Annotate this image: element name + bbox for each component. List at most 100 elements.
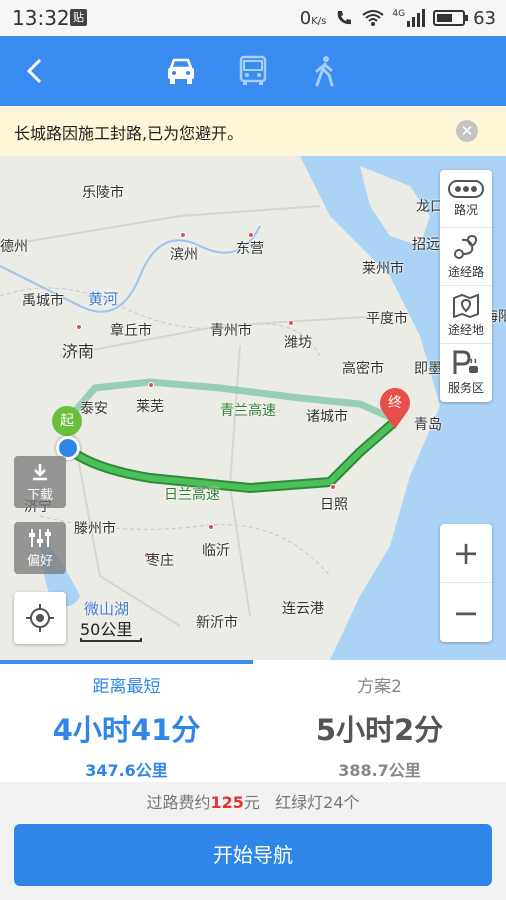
locate-icon xyxy=(26,604,54,632)
route-duration: 4小时41分 xyxy=(52,713,201,747)
route-name: 方案2 xyxy=(357,677,402,697)
route-preference-button[interactable]: 偏好 xyxy=(14,522,66,574)
tool-label: 途经路 xyxy=(447,264,484,279)
map-view[interactable]: 乐陵市 德州 滨州 东营 龙口 招远 莱州市 禹城市 黄河 章丘市 青州市 潍坊… xyxy=(0,156,506,660)
tool-label: 路况 xyxy=(453,202,478,217)
walk-icon xyxy=(315,56,334,87)
map-label: 平度市 xyxy=(366,311,408,327)
map-label: 青州市 xyxy=(210,323,252,339)
header-bar xyxy=(0,36,506,106)
zoom-out-button[interactable]: − xyxy=(440,583,492,642)
map-tools-panel: 路况 途经路 途经地 服务区 xyxy=(440,170,492,402)
map-label: 招远 xyxy=(412,237,440,253)
map-label: 临沂 xyxy=(202,543,230,559)
status-time: 13:32 xyxy=(12,6,70,30)
close-icon: ✕ xyxy=(460,122,474,140)
car-icon xyxy=(168,58,194,84)
route-duration: 5小时2分 xyxy=(315,713,444,747)
close-notice-button[interactable]: ✕ xyxy=(456,120,478,142)
parking-icon xyxy=(453,350,478,374)
map-scale-label: 50公里 xyxy=(80,620,133,639)
preference-label: 偏好 xyxy=(26,553,53,569)
route-options: 距离最短 4小时41分 347.6公里 方案2 5小时2分 388.7公里 xyxy=(0,660,506,782)
footer: 开始导航 xyxy=(0,824,506,900)
toll-amount: 125 xyxy=(210,793,244,812)
via-place-icon xyxy=(453,293,479,318)
map-label: 东营 xyxy=(236,241,264,257)
zoom-controls: + − xyxy=(440,524,492,642)
map-label: 黄河 xyxy=(88,290,119,308)
route-name: 距离最短 xyxy=(92,677,161,697)
battery-level: 63 xyxy=(473,7,496,29)
traffic-icon xyxy=(448,179,484,198)
download-icon xyxy=(33,463,47,480)
zoom-in-button[interactable]: + xyxy=(440,524,492,583)
start-marker[interactable]: 起 xyxy=(52,406,82,436)
map-label: 日兰高速 xyxy=(164,487,220,503)
city-dot xyxy=(180,232,186,238)
road-closure-notice: 长城路因施工封路,已为您避开。 ✕ xyxy=(0,106,506,156)
city-dot xyxy=(330,484,336,490)
net-speed: 0K/s xyxy=(299,7,327,29)
map-label: 乐陵市 xyxy=(82,185,124,201)
toll-prefix: 过路费约 xyxy=(146,793,211,812)
download-map-button[interactable]: 下载 xyxy=(14,456,66,508)
tool-label: 途经地 xyxy=(447,322,484,337)
route-info-bar: 过路费约125元 红绿灯24个 xyxy=(0,782,506,824)
status-bar: 13:32 贴 0K/s 4G 63 xyxy=(0,0,506,36)
city-dot xyxy=(148,382,154,388)
end-marker[interactable]: 终 xyxy=(378,386,412,430)
city-dot xyxy=(288,320,294,326)
route-distance: 347.6公里 xyxy=(85,761,168,780)
via-road-button[interactable]: 途经路 xyxy=(440,228,492,286)
map-label: 新沂市 xyxy=(196,615,238,631)
mode-car-tab[interactable] xyxy=(160,50,202,92)
map-label: 莱州市 xyxy=(362,261,404,277)
end-marker-label: 终 xyxy=(388,395,402,411)
traffic-light-count: 红绿灯24个 xyxy=(275,793,360,812)
download-label: 下载 xyxy=(26,487,53,503)
back-button[interactable] xyxy=(18,54,52,88)
status-icons: 0K/s 4G 63 xyxy=(300,6,496,30)
map-label: 莱芜 xyxy=(136,399,164,415)
service-area-button[interactable]: 服务区 xyxy=(440,344,492,402)
mode-bus-tab[interactable] xyxy=(232,50,274,92)
start-navigation-button[interactable]: 开始导航 xyxy=(14,824,492,886)
sliders-icon xyxy=(29,528,51,547)
mode-walk-tab[interactable] xyxy=(304,50,346,92)
map-label: 日照 xyxy=(320,497,348,513)
via-road-icon xyxy=(454,234,478,259)
wifi-icon xyxy=(362,10,385,26)
city-dot xyxy=(208,524,214,530)
map-label: 禹城市 xyxy=(22,293,64,309)
city-dot xyxy=(76,324,82,330)
map-label: 高密市 xyxy=(342,361,384,377)
phone-signal-icon xyxy=(338,11,352,25)
signal-label: 4G xyxy=(392,9,406,19)
via-place-button[interactable]: 途经地 xyxy=(440,286,492,344)
map-label: 枣庄 xyxy=(146,553,174,569)
notice-text: 长城路因施工封路,已为您避开。 xyxy=(14,124,244,143)
notification-badge: 贴 xyxy=(70,9,87,26)
start-marker-label: 起 xyxy=(60,413,74,429)
map-label: 青兰高速 xyxy=(220,403,276,419)
back-arrow-icon xyxy=(26,58,42,84)
map-label: 济南 xyxy=(62,342,95,361)
route-option-shortest[interactable]: 距离最短 4小时41分 347.6公里 xyxy=(0,660,253,782)
traffic-button[interactable]: 路况 xyxy=(440,170,492,228)
battery-icon xyxy=(433,10,469,26)
map-label: 章丘市 xyxy=(110,323,152,339)
map-label: 潍坊 xyxy=(284,335,312,351)
map-label: 滕州市 xyxy=(74,521,116,537)
route-option-2[interactable]: 方案2 5小时2分 388.7公里 xyxy=(253,660,506,782)
map-scale-bar xyxy=(80,638,142,642)
route-distance: 388.7公里 xyxy=(338,761,421,780)
map-label: 即墨 xyxy=(414,361,442,377)
map-label: 滨州 xyxy=(170,247,198,263)
map-label: 诸城市 xyxy=(306,409,348,425)
tool-label: 服务区 xyxy=(447,381,484,395)
locate-me-button[interactable] xyxy=(14,592,66,644)
bus-icon xyxy=(239,55,267,85)
map-label: 德州 xyxy=(0,239,28,255)
travel-mode-tabs xyxy=(160,50,346,92)
